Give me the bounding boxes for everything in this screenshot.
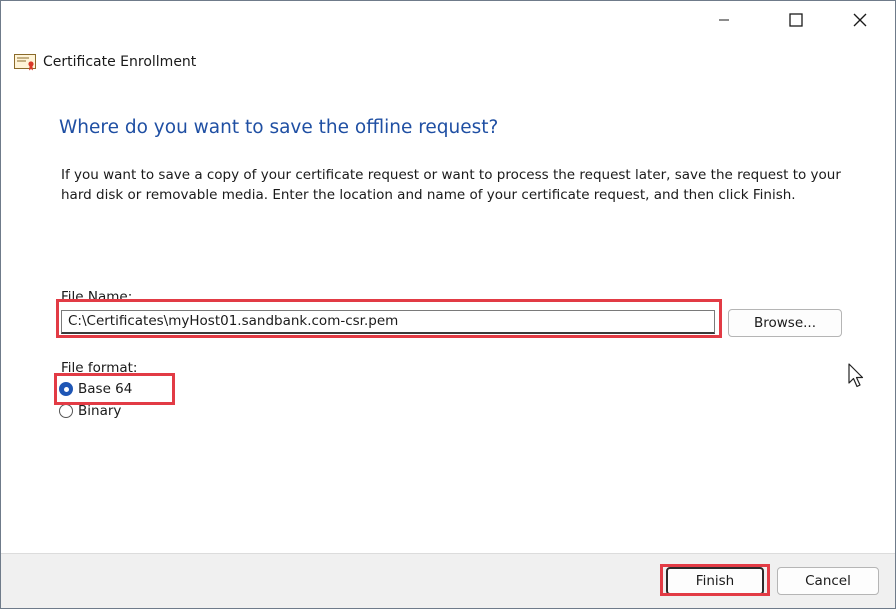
file-name-label: File Name: [61,289,133,305]
finish-button[interactable]: Finish [666,567,764,595]
mouse-pointer-icon [848,363,866,393]
close-button[interactable] [837,1,883,39]
radio-selected-icon [59,382,73,396]
radio-binary-label: Binary [78,403,122,419]
page-description: If you want to save a copy of your certi… [61,167,841,203]
page-heading: Where do you want to save the offline re… [59,117,499,138]
finish-button-label: Finish [695,573,735,589]
maximize-button[interactable] [773,1,819,39]
radio-unselected-icon [59,404,73,418]
maximize-icon [789,13,803,27]
close-icon [853,13,867,27]
file-format-label: File format: [61,360,138,376]
radio-binary[interactable]: Binary [59,401,121,421]
wizard-header: Certificate Enrollment [1,45,895,79]
certificate-enrollment-window: Certificate Enrollment Where do you want… [0,0,896,609]
cancel-button[interactable]: Cancel [777,567,879,595]
minimize-icon [719,19,729,21]
title-bar [1,1,895,39]
cancel-button-label: Cancel [805,573,851,589]
radio-base64[interactable]: Base 64 [59,379,132,399]
minimize-button[interactable] [701,1,747,39]
browse-button[interactable]: Browse... [728,309,842,337]
certificate-icon [14,54,36,71]
browse-button-label: Browse... [753,315,817,331]
file-name-input[interactable]: C:\Certificates\myHost01.sandbank.com-cs… [61,310,715,334]
wizard-footer: Finish Cancel [1,553,895,608]
radio-base64-label: Base 64 [78,381,133,397]
window-title: Certificate Enrollment [43,54,197,70]
